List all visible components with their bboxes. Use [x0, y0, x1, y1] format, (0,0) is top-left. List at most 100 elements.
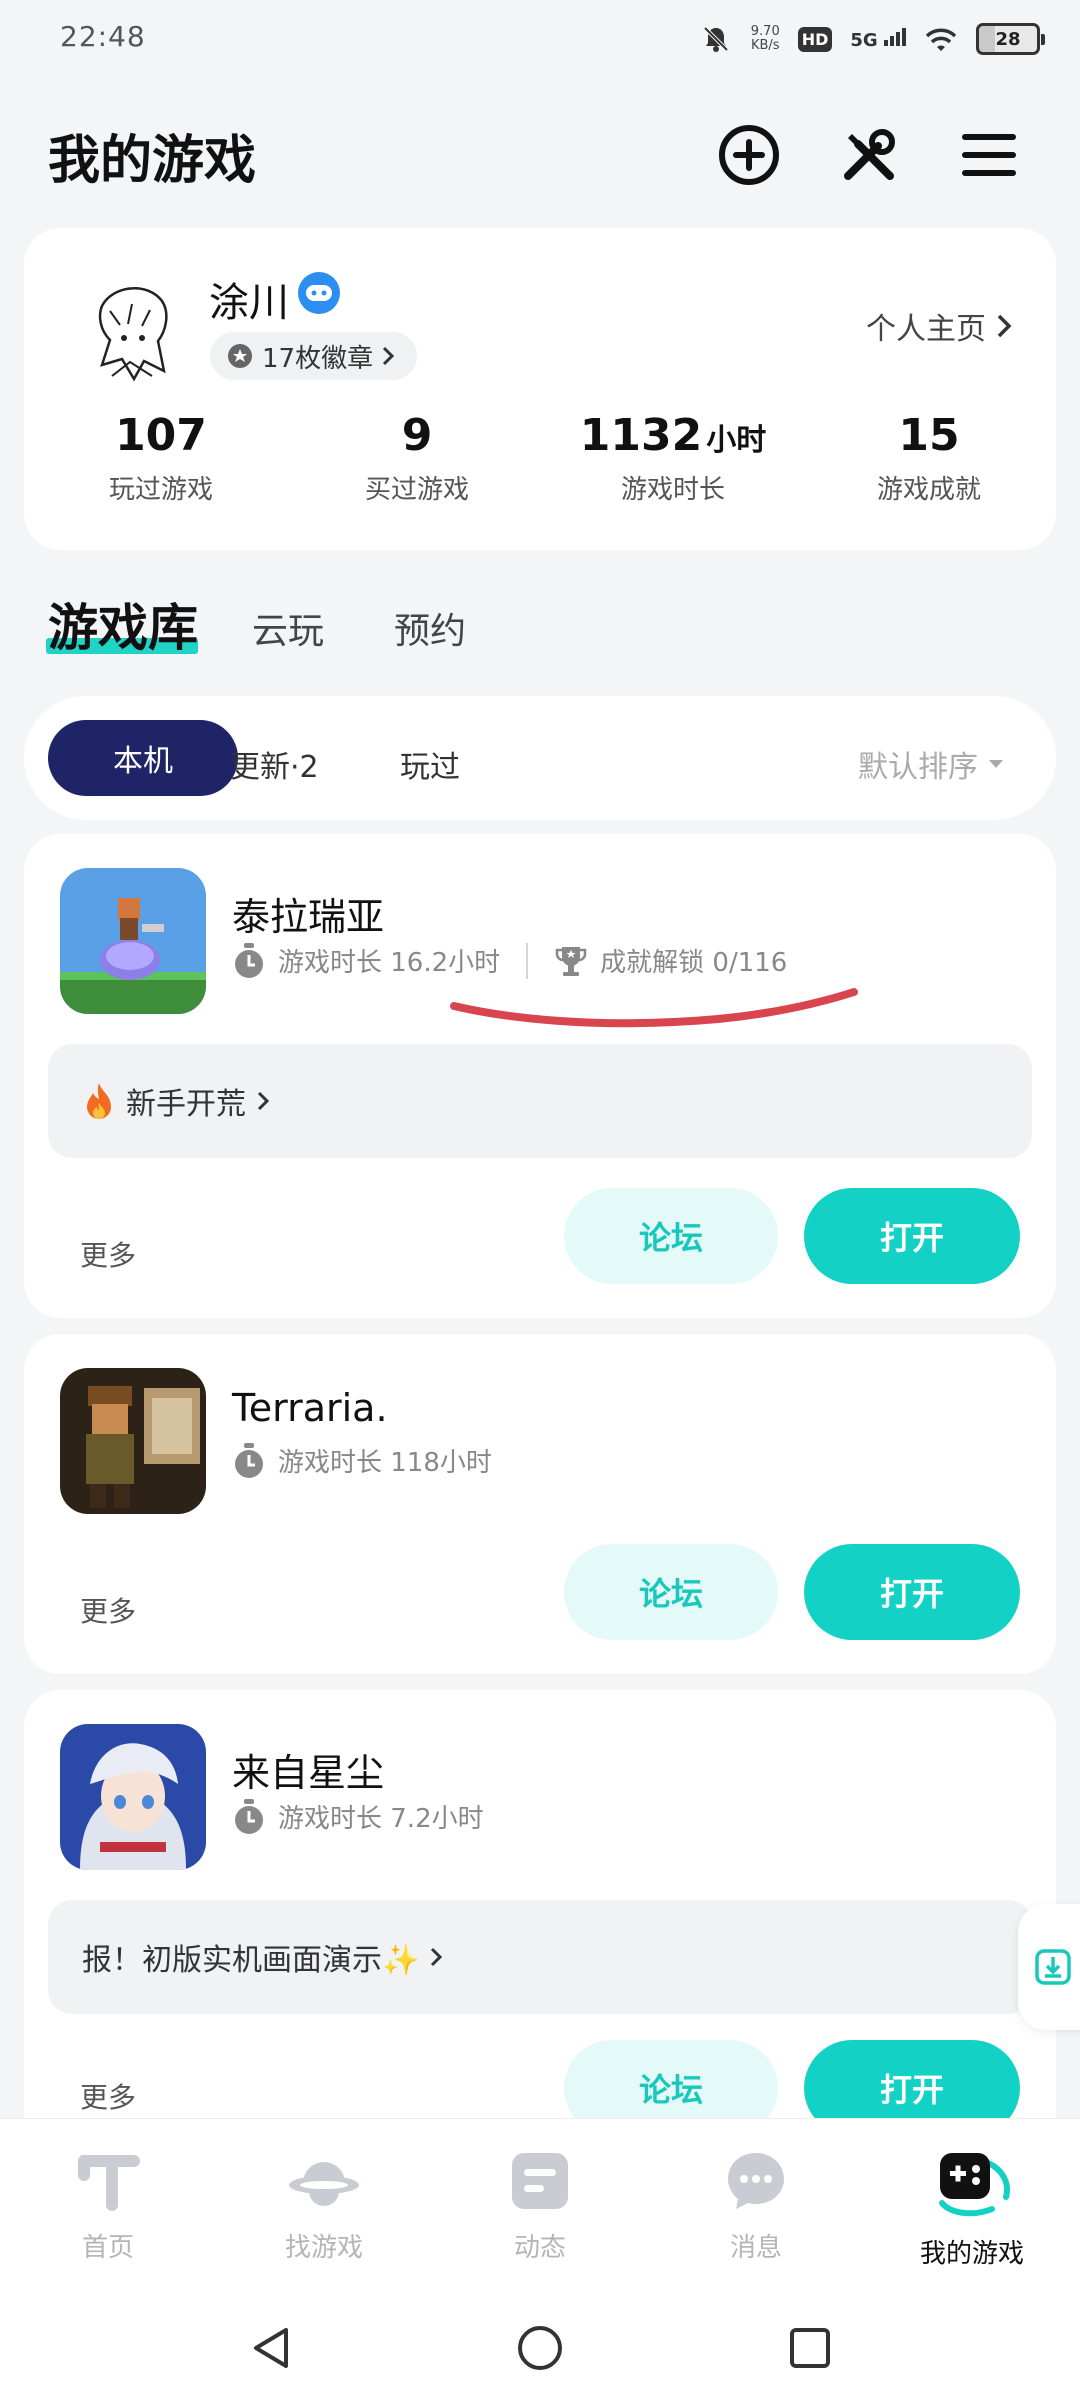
game-meta: 游戏时长 118小时 [232, 1442, 492, 1479]
game-title: 来自星尘 [232, 1751, 385, 1795]
add-circle-icon [719, 125, 779, 185]
add-button[interactable] [716, 122, 782, 188]
hd-icon: HD [797, 26, 833, 52]
home-circle-icon [518, 2326, 562, 2370]
tab-reservations[interactable]: 预约 [394, 602, 466, 654]
tools-icon [844, 129, 895, 180]
back-button[interactable] [240, 2318, 300, 2378]
nav-home[interactable]: 首页 [0, 2149, 216, 2264]
gamepad-icon [939, 2153, 1010, 2217]
playtime-label: 游戏时长 7.2小时 [278, 1804, 484, 1834]
username: 涂川 [209, 280, 289, 326]
download-float-button[interactable] [1018, 1904, 1080, 2030]
page-title: 我的游戏 [48, 131, 257, 191]
wifi-icon [924, 22, 958, 56]
caret-down-icon [989, 760, 1003, 768]
stat-games-bought[interactable]: 9 买过游戏 [288, 410, 546, 506]
game-icon[interactable] [60, 1724, 206, 1870]
stat-value: 9 [401, 410, 433, 461]
filter-bar: 本机 更新·2 玩过 默认排序 [24, 696, 1056, 820]
battery-level: 28 [995, 28, 1021, 50]
feed-icon [512, 2153, 568, 2209]
gamer-badge-icon [298, 272, 340, 314]
chip-local[interactable]: 本机 [48, 720, 238, 796]
chevron-right-icon [997, 314, 1012, 338]
stat-playtime[interactable]: 1132 小时 游戏时长 [544, 410, 802, 506]
trophy-icon [555, 946, 587, 976]
profile-link-label: 个人主页 [866, 312, 986, 347]
message-icon [728, 2153, 784, 2209]
avatar[interactable] [62, 266, 200, 404]
sort-dropdown[interactable]: 默认排序 [858, 742, 1004, 786]
status-icons: 9.70 KB/s HD 5G 28 [699, 22, 1045, 56]
nav-label: 我的游戏 [919, 2239, 1024, 2269]
open-button[interactable]: 打开 [804, 1544, 1020, 1640]
stat-achievements[interactable]: 15 游戏成就 [800, 410, 1058, 506]
network-speed-value: 9.70 [750, 24, 780, 39]
forum-button[interactable]: 论坛 [564, 1544, 778, 1640]
stat-value: 1132 [579, 410, 703, 461]
achievements-label: 成就解锁 0/116 [600, 948, 788, 978]
game-card-terraria: Terraria. 游戏时长 118小时 更多 论坛 打开 [24, 1334, 1056, 1674]
nav-label: 动态 [513, 2233, 566, 2263]
nav-my-games[interactable]: 我的游戏 [864, 2149, 1080, 2270]
promo-label: 新手开荒 [126, 1087, 246, 1122]
bell-muted-icon [699, 22, 733, 56]
nav-messages[interactable]: 消息 [648, 2149, 864, 2264]
signal-5g-icon: 5G [850, 27, 906, 51]
playtime-label: 游戏时长 118小时 [278, 1448, 492, 1478]
network-speed-unit: KB/s [750, 38, 780, 53]
nav-feed[interactable]: 动态 [432, 2149, 648, 2264]
network-speed: 9.70 KB/s [751, 25, 780, 53]
medal-icon [228, 344, 252, 368]
stat-games-played[interactable]: 107 玩过游戏 [32, 410, 290, 506]
tab-game-library[interactable]: 游戏库 [48, 588, 198, 660]
promo-bar[interactable]: 新手开荒 [48, 1044, 1032, 1158]
nav-label: 消息 [729, 2233, 782, 2263]
chip-played[interactable]: 玩过 [400, 742, 460, 786]
tools-button[interactable] [836, 122, 902, 188]
back-triangle-icon [254, 2328, 288, 2368]
tab-cloud-play[interactable]: 云玩 [252, 602, 324, 654]
more-link[interactable]: 更多 [80, 1590, 136, 1630]
open-button[interactable]: 打开 [804, 1188, 1020, 1284]
recents-square-icon [790, 2328, 830, 2368]
status-time: 22:48 [60, 20, 146, 53]
nav-label: 找游戏 [284, 2233, 363, 2263]
nav-find-games[interactable]: 找游戏 [216, 2149, 432, 2264]
battery-icon: 28 [976, 23, 1045, 55]
menu-button[interactable] [956, 122, 1022, 188]
network-type: 5G [850, 29, 878, 51]
chevron-right-icon [431, 1947, 443, 1967]
game-icon[interactable] [60, 868, 206, 1014]
stopwatch-icon [235, 1442, 263, 1478]
stat-label: 买过游戏 [364, 475, 469, 505]
playtime-label: 游戏时长 16.2小时 [278, 948, 501, 978]
chip-updates[interactable]: 更新·2 [230, 742, 319, 786]
game-title: 泰拉瑞亚 [232, 895, 385, 939]
game-meta: 游戏时长 16.2小时 成就解锁 0/116 [232, 942, 787, 979]
more-link[interactable]: 更多 [80, 2076, 136, 2116]
red-annotation-underline [450, 988, 858, 1028]
game-meta: 游戏时长 7.2小时 [232, 1798, 484, 1835]
stat-label: 游戏成就 [876, 475, 981, 505]
promo-label: 报！初版实机画面演示✨ [82, 1943, 420, 1978]
home-button[interactable] [510, 2318, 570, 2378]
sort-label: 默认排序 [858, 750, 978, 785]
stopwatch-icon [235, 1798, 263, 1834]
stat-label: 玩过游戏 [108, 475, 213, 505]
stopwatch-icon [235, 942, 263, 978]
profile-home-link[interactable]: 个人主页 [866, 304, 1012, 348]
profile-card: 涂川 17枚徽章 个人主页 107 玩过游戏 9 买过游戏 1132 小时 游戏时… [24, 228, 1056, 550]
more-link[interactable]: 更多 [80, 1234, 136, 1274]
download-icon [1035, 1949, 1071, 1985]
chevron-right-icon [257, 1091, 270, 1111]
game-card-stardust: 来自星尘 游戏时长 7.2小时 报！初版实机画面演示✨ 更多 论坛 打开 [24, 1690, 1056, 2150]
promo-bar[interactable]: 报！初版实机画面演示✨ [48, 1900, 1032, 2014]
game-icon[interactable] [60, 1368, 206, 1514]
badges-pill[interactable]: 17枚徽章 [210, 332, 418, 380]
game-title: Terraria. [232, 1386, 388, 1430]
forum-button[interactable]: 论坛 [564, 1188, 778, 1284]
stat-unit: 小时 [706, 423, 767, 458]
recents-button[interactable] [780, 2318, 840, 2378]
